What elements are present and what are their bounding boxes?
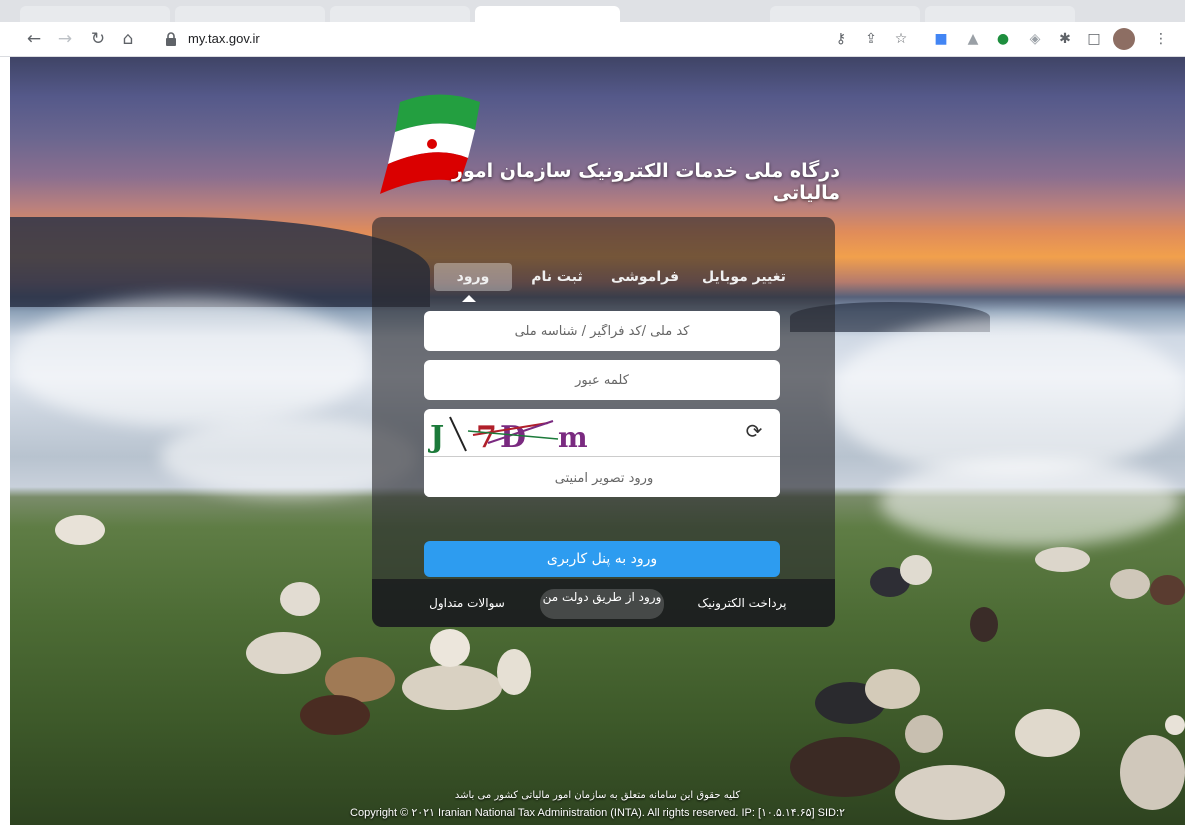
cloud [880, 457, 1180, 547]
browser-tab-active[interactable] [475, 6, 620, 22]
sheep [430, 629, 470, 667]
captcha-image: J 7 D m [428, 416, 588, 453]
tab-strip [0, 0, 1185, 22]
sheep [1110, 569, 1150, 599]
sheep [1015, 709, 1080, 757]
key-icon[interactable]: ⚷ [830, 28, 852, 50]
extension-icon[interactable]: ● [992, 28, 1014, 50]
url-text: my.tax.gov.ir [188, 31, 260, 46]
svg-text:J: J [428, 420, 444, 453]
sheep [1165, 715, 1185, 735]
active-tab-caret [462, 295, 476, 302]
tab-change-mobile[interactable]: تغییر موبایل [694, 263, 794, 291]
reload-icon[interactable]: ↻ [86, 27, 110, 51]
refresh-captcha-icon[interactable]: ⟳ [742, 419, 766, 443]
shield-icon[interactable]: ◈ [1024, 28, 1046, 50]
translate-icon[interactable]: ■ [930, 28, 952, 50]
browser-tab[interactable] [330, 6, 470, 22]
cloud [830, 317, 1185, 477]
sheep [1035, 547, 1090, 572]
footer-rights-text: کلیه حقوق این سامانه متعلق به سازمان امو… [454, 790, 741, 801]
faq-link[interactable]: سوالات متداول [412, 579, 522, 627]
sheep [790, 737, 900, 797]
sidepanel-icon[interactable]: □ [1083, 28, 1105, 50]
captcha-box: J 7 D m ⟳ [424, 409, 780, 497]
sheep [970, 607, 998, 642]
back-icon[interactable]: ← [22, 27, 46, 51]
star-icon[interactable]: ☆ [890, 28, 912, 50]
sheep [300, 695, 370, 735]
page-background: درگاه ملی خدمات الکترونیک سازمان امور ما… [10, 57, 1185, 825]
browser-toolbar: ← → ↻ ⌂ my.tax.gov.ir ⚷ ⇪ ☆ ■ ▲ ● ◈ ✱ □ … [0, 22, 1185, 57]
extension-icon[interactable]: ▲ [962, 28, 984, 50]
puzzle-icon[interactable]: ✱ [1054, 28, 1076, 50]
avatar[interactable] [1113, 28, 1135, 50]
sheep [905, 715, 943, 753]
cloud [10, 297, 370, 427]
sheep [497, 649, 531, 695]
sheep [402, 665, 502, 710]
sheep [246, 632, 321, 674]
login-footer-links: پرداخت الکترونیک ورود از طریق دولت من سو… [372, 579, 835, 627]
national-code-input[interactable] [424, 311, 780, 351]
login-tabs: تغییر موبایل فراموشی ثبت نام ورود [372, 263, 835, 291]
mountain [10, 217, 430, 307]
browser-tab[interactable] [175, 6, 325, 22]
electronic-payment-link[interactable]: پرداخت الکترونیک [672, 579, 812, 627]
tab-register[interactable]: ثبت نام [522, 263, 592, 291]
footer-copyright: Copyright © ۲۰۲۱ Iranian National Tax Ad… [350, 807, 845, 819]
menu-icon[interactable]: ⋮ [1150, 28, 1172, 50]
share-icon[interactable]: ⇪ [860, 28, 882, 50]
svg-text:m: m [558, 421, 588, 453]
portal-title: درگاه ملی خدمات الکترونیک سازمان امور ما… [452, 160, 840, 204]
dolat-man-login-link[interactable]: ورود از طریق دولت من [540, 589, 664, 619]
tab-login[interactable]: ورود [434, 263, 512, 291]
sheep [1150, 575, 1185, 605]
password-input[interactable] [424, 360, 780, 400]
forward-icon[interactable]: → [53, 27, 77, 51]
svg-text:7: 7 [476, 420, 497, 453]
login-panel: تغییر موبایل فراموشی ثبت نام ورود J 7 D … [372, 217, 835, 627]
home-icon[interactable]: ⌂ [116, 27, 140, 51]
sheep [280, 582, 320, 616]
login-submit-button[interactable]: ورود به پنل کاربری [424, 541, 780, 577]
lock-icon [166, 32, 176, 46]
sheep [900, 555, 932, 585]
browser-tab[interactable] [770, 6, 920, 22]
tab-forgot[interactable]: فراموشی [610, 263, 680, 291]
sheep [55, 515, 105, 545]
browser-tab[interactable] [925, 6, 1075, 22]
captcha-input[interactable] [424, 457, 780, 497]
sheep [865, 669, 920, 709]
browser-tab[interactable] [20, 6, 170, 22]
